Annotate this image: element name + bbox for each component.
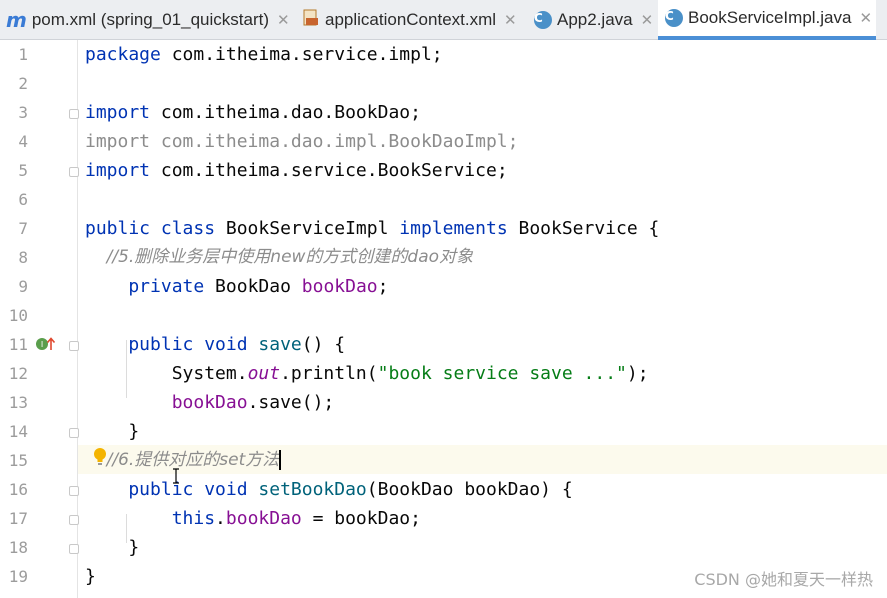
code-line-8: //5.删除业务层中使用new的方式创建的dao对象 — [85, 247, 474, 267]
code-editor[interactable]: package com.itheima.service.impl; import… — [78, 40, 887, 598]
code-line-3: import com.itheima.dao.BookDao; — [85, 102, 421, 123]
close-icon[interactable]: ✕ — [859, 9, 872, 27]
tab-label: applicationContext.xml — [325, 10, 497, 29]
code-line-5: import com.itheima.service.BookService; — [85, 160, 508, 181]
tab-pom-xml[interactable]: m pom.xml (spring_01_quickstart) ✕ — [6, 0, 292, 40]
line-number: 15 — [8, 451, 28, 470]
line-number: 3 — [18, 103, 28, 122]
line-number: 16 — [8, 480, 28, 499]
line-number: 6 — [18, 190, 28, 209]
code-line-17: this.bookDao = bookDao; — [85, 508, 421, 529]
line-number: 19 — [8, 567, 28, 586]
svg-text:I: I — [41, 340, 43, 349]
code-line-18: } — [85, 537, 140, 558]
line-number: 12 — [8, 364, 28, 383]
java-class-icon: C — [665, 9, 683, 27]
line-number: 8 — [18, 248, 28, 267]
tab-app2-java[interactable]: C App2.java ✕ — [534, 0, 656, 40]
tab-application-context[interactable]: applicationContext.xml ✕ — [302, 0, 528, 40]
close-icon[interactable]: ✕ — [641, 11, 654, 29]
tab-bookserviceimpl-java[interactable]: C BookServiceImpl.java ✕ — [658, 0, 876, 40]
code-line-1: package com.itheima.service.impl; — [85, 44, 443, 65]
tab-label: BookServiceImpl.java — [688, 8, 852, 27]
code-line-15: //6.提供对应的set方法 — [85, 450, 282, 470]
code-line-19: } — [85, 566, 96, 587]
code-line-7: public class BookServiceImpl implements … — [85, 218, 660, 239]
code-line-12: System.out.println("book service save ..… — [85, 363, 649, 384]
maven-icon: m — [6, 8, 27, 32]
implements-method-icon[interactable]: I — [35, 336, 57, 356]
line-number: 10 — [8, 306, 28, 325]
line-number: 4 — [18, 132, 28, 151]
xml-file-icon — [302, 9, 320, 32]
line-number: 18 — [8, 538, 28, 557]
tab-label: pom.xml (spring_01_quickstart) — [31, 10, 269, 29]
code-line-4: import com.itheima.dao.impl.BookDaoImpl; — [85, 131, 519, 152]
line-number: 7 — [18, 219, 28, 238]
line-number: 17 — [8, 509, 28, 528]
code-line-11: public void save() { — [85, 334, 346, 355]
code-line-13: bookDao.save(); — [85, 392, 335, 413]
close-icon[interactable]: ✕ — [277, 11, 290, 29]
line-number: 14 — [8, 422, 28, 441]
line-number: 9 — [18, 277, 28, 296]
code-line-9: private BookDao bookDao; — [85, 276, 389, 297]
code-line-16: public void setBookDao(BookDao bookDao) … — [85, 479, 573, 500]
java-class-icon: C — [534, 11, 552, 29]
code-line-14: } — [85, 421, 140, 442]
mouse-ibeam-cursor — [172, 468, 180, 484]
line-number: 1 — [18, 45, 28, 64]
tab-label: App2.java — [557, 10, 633, 29]
lightbulb-icon[interactable] — [93, 447, 107, 467]
text-caret — [279, 450, 282, 470]
line-number-gutter: 1 2 3 4 5 6 7 8 9 10 11 12 13 14 15 16 1… — [0, 40, 79, 598]
line-number: 2 — [18, 74, 28, 93]
line-number: 11 — [8, 335, 28, 354]
close-icon[interactable]: ✕ — [504, 11, 517, 29]
line-number: 5 — [18, 161, 28, 180]
watermark: CSDN @她和夏天一样热 — [694, 570, 873, 589]
editor-tab-bar: m pom.xml (spring_01_quickstart) ✕ appli… — [0, 0, 887, 40]
line-number: 13 — [8, 393, 28, 412]
